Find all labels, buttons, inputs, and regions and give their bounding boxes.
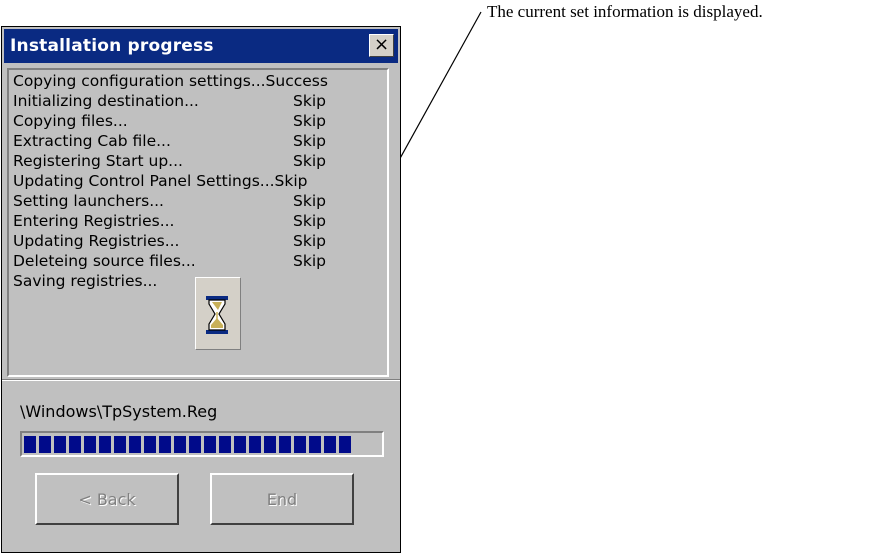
close-button[interactable]: × xyxy=(369,34,394,57)
title-bar: Installation progress × xyxy=(4,29,398,63)
log-status: Skip xyxy=(293,232,326,250)
log-status: Skip xyxy=(293,92,326,110)
log-line: Entering Registries... xyxy=(13,212,175,230)
log-line: Extracting Cab file... xyxy=(13,132,171,150)
end-button[interactable]: End xyxy=(210,473,354,525)
progress-segment xyxy=(54,436,66,453)
back-button-label: < Back xyxy=(78,489,136,509)
progress-segment xyxy=(24,436,36,453)
log-status: Skip xyxy=(293,112,326,130)
current-file-path: \Windows\TpSystem.Reg xyxy=(20,402,218,421)
progress-segment xyxy=(294,436,306,453)
progress-segment xyxy=(234,436,246,453)
installation-progress-dialog: Installation progress × Copying configur… xyxy=(1,26,401,553)
progress-segment xyxy=(309,436,321,453)
end-button-label: End xyxy=(266,489,298,509)
log-line: Setting launchers... xyxy=(13,192,164,210)
log-status: Skip xyxy=(293,152,326,170)
log-line: Updating Registries... xyxy=(13,232,180,250)
progress-segment xyxy=(69,436,81,453)
dialog-title: Installation progress xyxy=(10,36,214,56)
progress-segment xyxy=(339,436,351,453)
log-line: Initializing destination... xyxy=(13,92,199,110)
progress-segment xyxy=(324,436,336,453)
log-status: Skip xyxy=(293,132,326,150)
log-line: Registering Start up... xyxy=(13,152,183,170)
progress-segment xyxy=(174,436,186,453)
install-progress-bar xyxy=(20,431,384,457)
progress-fill xyxy=(24,436,352,453)
log-line: Deleteing source files... xyxy=(13,252,196,270)
progress-segment xyxy=(99,436,111,453)
progress-segment xyxy=(129,436,141,453)
log-line: Copying configuration settings...Success xyxy=(13,72,328,90)
progress-segment xyxy=(114,436,126,453)
log-status: Skip xyxy=(293,212,326,230)
log-status: Skip xyxy=(293,252,326,270)
log-line: Saving registries... xyxy=(13,272,158,290)
progress-segment xyxy=(159,436,171,453)
progress-segment xyxy=(84,436,96,453)
progress-segment xyxy=(204,436,216,453)
busy-indicator xyxy=(195,277,241,350)
progress-segment xyxy=(39,436,51,453)
hourglass-icon xyxy=(206,296,228,334)
log-line: Copying files... xyxy=(13,112,128,130)
progress-segment xyxy=(219,436,231,453)
separator xyxy=(2,379,400,381)
log-line: Updating Control Panel Settings...Skip xyxy=(13,172,308,190)
progress-segment xyxy=(189,436,201,453)
progress-segment xyxy=(144,436,156,453)
close-icon: × xyxy=(373,34,390,55)
progress-segment xyxy=(264,436,276,453)
progress-segment xyxy=(249,436,261,453)
log-status: Skip xyxy=(293,192,326,210)
progress-segment xyxy=(279,436,291,453)
back-button[interactable]: < Back xyxy=(35,473,179,525)
